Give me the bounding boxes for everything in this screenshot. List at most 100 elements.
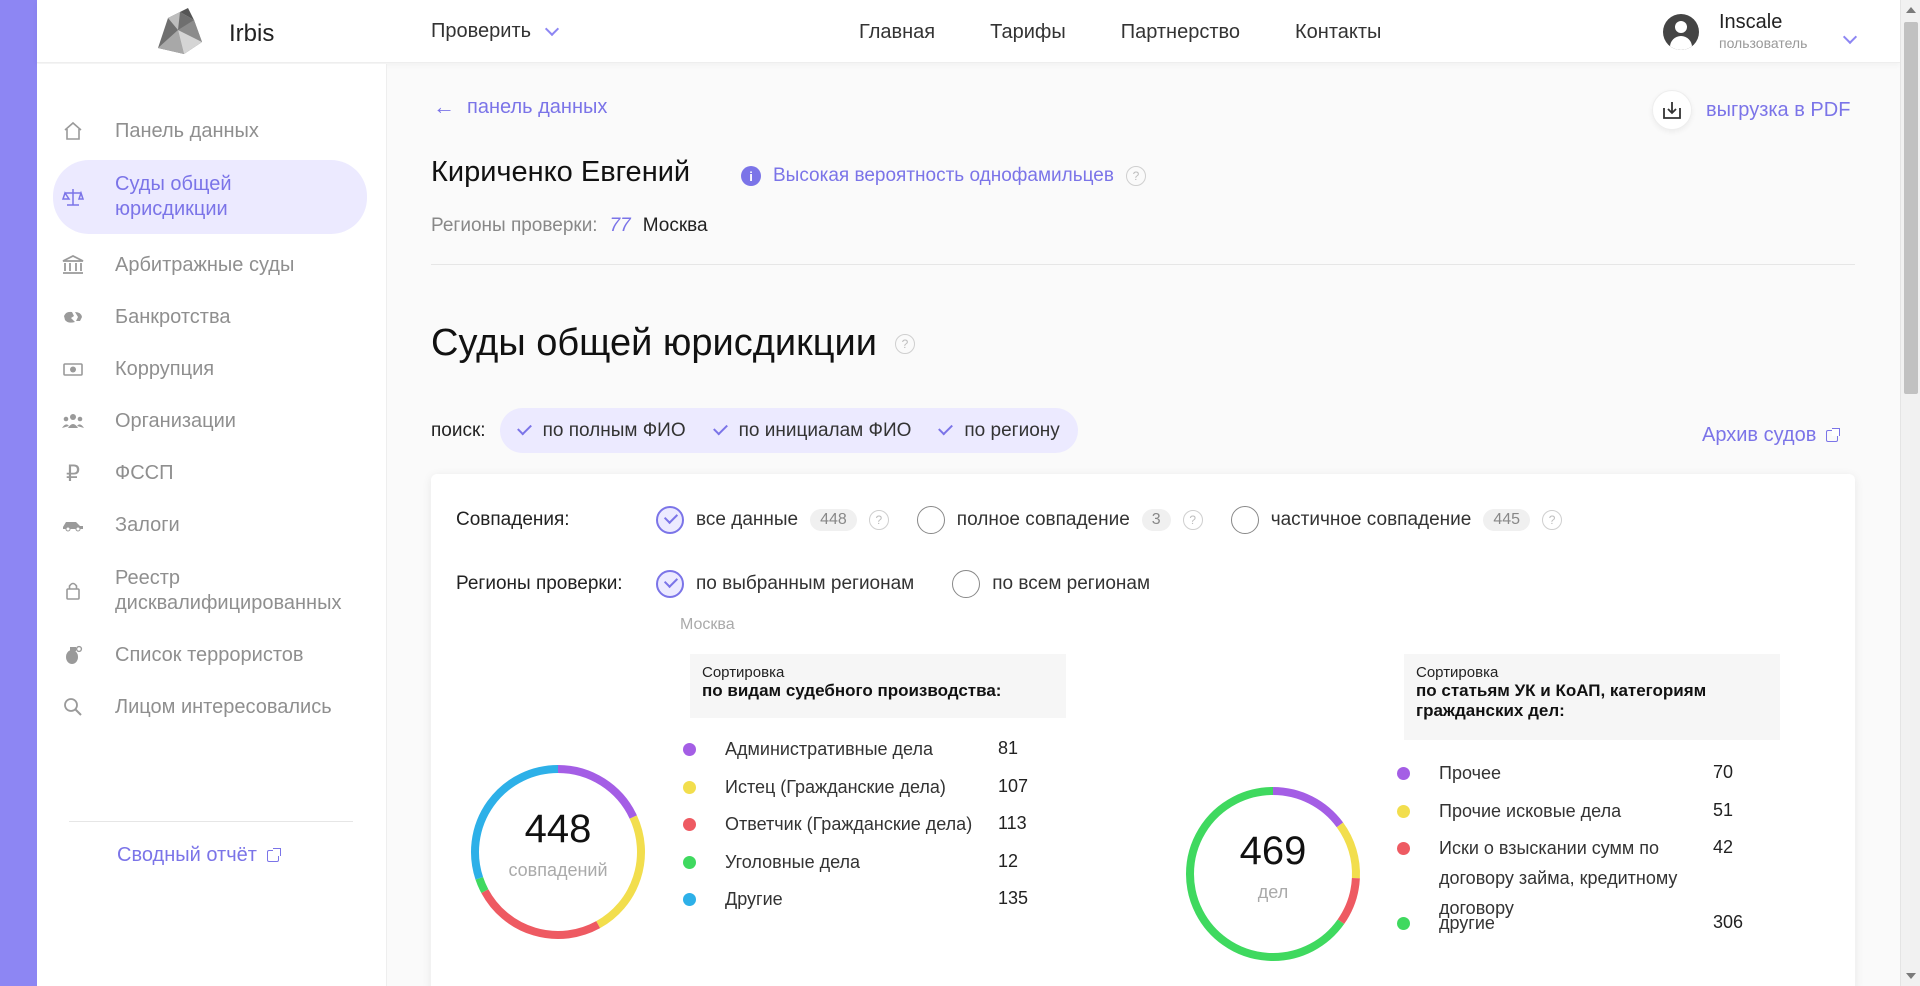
radio-partial-match[interactable]: частичное совпадение 445 ? — [1230, 506, 1563, 534]
ruble-icon: ₽ — [66, 460, 80, 486]
donut-svg — [1186, 787, 1360, 961]
export-pdf-button[interactable]: выгрузка в PDF — [1652, 90, 1850, 130]
summary-report-link[interactable]: Сводный отчёт — [117, 844, 281, 867]
legend-label: Уголовные дела — [725, 851, 861, 872]
radio-selected-regions[interactable]: по выбранным регионам — [656, 570, 914, 598]
donut-segment-0 — [1272, 787, 1344, 828]
radio-circle — [1230, 506, 1259, 534]
legend-item: Другие 135 — [683, 888, 1058, 909]
sidebar-item-label: Реестр дисквалифицированных — [115, 567, 342, 614]
external-link-icon — [1826, 427, 1841, 442]
donut-svg — [471, 765, 645, 939]
radio-label: частичное совпадение — [1270, 509, 1472, 530]
irbis-logo[interactable] — [150, 8, 208, 56]
sort-subtitle: по видам судебного производства: — [702, 681, 1002, 700]
count-badge: 445 — [1483, 509, 1531, 531]
section-title: Суды общей юрисдикции ? — [431, 322, 915, 365]
check-icon — [712, 420, 728, 435]
legend-label: Прочие исковые дела — [1439, 800, 1622, 821]
sidebar-item-label: Список террористов — [115, 643, 304, 666]
sidebar-item-terrorists[interactable]: Список террористов — [53, 640, 367, 670]
radio-full-match[interactable]: полное совпадение 3 ? — [916, 506, 1203, 534]
help-icon[interactable]: ? — [894, 333, 915, 354]
sidebar-item-corruption[interactable]: Коррупция — [53, 354, 367, 384]
nav-contacts[interactable]: Контакты — [1295, 21, 1381, 44]
radio-label: полное совпадение — [956, 509, 1130, 530]
donut-total: 469 — [1239, 829, 1307, 873]
radio-all-data[interactable]: все данные 448 ? — [656, 506, 889, 534]
legend-value: 51 — [1713, 799, 1734, 820]
nav-home[interactable]: Главная — [859, 21, 935, 44]
legend-dot — [683, 818, 696, 831]
sidebar: Панель данных Суды общей юрисдикции Арби… — [37, 64, 387, 986]
top-header: Irbis Проверить Главная Тарифы Партнерст… — [37, 0, 1900, 63]
sidebar-item-dashboard[interactable]: Панель данных — [53, 116, 367, 146]
legend-value: 107 — [998, 775, 1029, 796]
back-to-dashboard-link[interactable]: ← панель данных — [433, 94, 607, 120]
sidebar-item-disqualified[interactable]: Реестр дисквалифицированных — [53, 563, 367, 619]
user-menu[interactable]: Inscale пользователь — [1663, 10, 1873, 54]
page-title: Кириченко Евгений — [431, 156, 691, 188]
help-icon[interactable]: ? — [1182, 510, 1203, 530]
legend-item: Прочее 70 — [1397, 762, 1773, 783]
divider — [431, 264, 1855, 265]
help-icon[interactable]: ? — [868, 510, 889, 530]
homonym-warning-text: Высокая вероятность однофамильцев — [773, 165, 1114, 186]
sidebar-item-label: Залоги — [115, 513, 180, 536]
section-title-text: Суды общей юрисдикции — [431, 322, 877, 364]
main-content: ← панель данных выгрузка в PDF Кириченко… — [387, 64, 1900, 986]
home-icon — [61, 119, 85, 143]
brand-name: Irbis — [229, 20, 275, 47]
sidebar-item-fssp[interactable]: ₽ ФССП — [53, 458, 367, 488]
scroll-up-arrow-icon[interactable] — [1906, 7, 1916, 13]
sidebar-item-interested[interactable]: Лицом интересовались — [53, 692, 367, 722]
nav-partnership[interactable]: Партнерство — [1121, 21, 1240, 44]
nav-tariffs[interactable]: Тарифы — [990, 21, 1066, 44]
chevron-down-icon — [1842, 29, 1858, 45]
sidebar-item-label: Коррупция — [115, 357, 215, 380]
legend-value: 306 — [1713, 912, 1744, 932]
legend-dot — [1397, 917, 1410, 930]
bank-icon — [61, 253, 85, 277]
legend-label: Другие — [725, 889, 783, 909]
scrollbar-thumb[interactable] — [1904, 22, 1918, 394]
chip-region[interactable]: по региону — [938, 420, 1060, 442]
sidebar-item-pledges[interactable]: Залоги — [53, 510, 367, 540]
check-dropdown[interactable]: Проверить — [431, 20, 560, 43]
legend-value: 81 — [998, 738, 1019, 758]
matches-label: Совпадения: — [456, 509, 570, 530]
sidebar-item-arbitration[interactable]: Арбитражные суды — [53, 250, 367, 280]
top-nav: Главная Тарифы Партнерство Контакты — [859, 21, 1381, 44]
page-scrollbar[interactable] — [1900, 0, 1920, 986]
help-icon[interactable]: ? — [1125, 166, 1146, 186]
chip-full-name[interactable]: по полным ФИО — [516, 420, 686, 442]
legend-value: 70 — [1713, 762, 1734, 782]
chip-initials[interactable]: по инициалам ФИО — [712, 420, 911, 442]
sidebar-item-organizations[interactable]: Организации — [53, 406, 367, 436]
radio-all-regions[interactable]: по всем регионам — [952, 570, 1150, 598]
donut-caption: дел — [1257, 882, 1289, 902]
scroll-down-arrow-icon[interactable] — [1906, 973, 1916, 979]
sidebar-item-general-courts[interactable]: Суды общей юрисдикции — [53, 160, 367, 234]
sidebar-item-bankruptcy[interactable]: Банкротства — [53, 302, 367, 332]
search-chips: по полным ФИО по инициалам ФИО по регион… — [499, 408, 1078, 453]
legend-dot — [1397, 767, 1410, 780]
info-icon: i — [741, 166, 761, 186]
sidebar-item-label: ФССП — [115, 461, 174, 484]
legend-label: другие — [1439, 913, 1495, 933]
results-card: Совпадения: все данные 448 ? полное совп… — [431, 474, 1855, 986]
donut-chart-articles: 469 дел — [1183, 784, 1363, 964]
courts-archive-link[interactable]: Архив судов — [1702, 424, 1841, 447]
help-icon[interactable]: ? — [1542, 510, 1563, 530]
search-icon — [61, 695, 85, 719]
avatar — [1663, 14, 1699, 50]
legend-value: 12 — [998, 850, 1019, 871]
donut-segment-2 — [481, 889, 601, 939]
sidebar-item-label: Арбитражные суды — [115, 253, 295, 276]
radio-circle — [916, 506, 945, 534]
legend-value: 135 — [998, 888, 1029, 908]
legend-value: 113 — [998, 813, 1027, 833]
legend-label: Прочее — [1439, 763, 1501, 783]
search-criteria: поиск: по полным ФИО по инициалам ФИО по… — [431, 408, 1078, 453]
legend-item: другие 306 — [1397, 912, 1773, 933]
